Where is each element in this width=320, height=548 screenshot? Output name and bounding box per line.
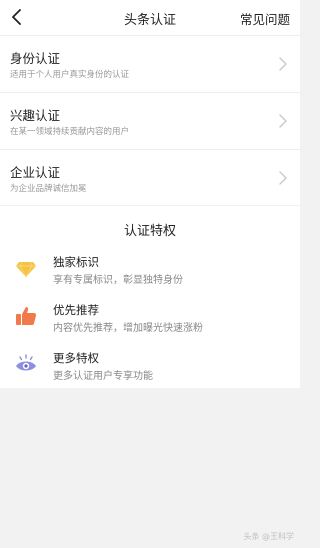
chevron-right-icon [279,171,287,185]
privilege-desc: 内容优先推荐，增加曝光快速涨粉 [53,323,203,334]
certification-list: 身份认证 适用于个人用户真实身份的认证 兴趣认证 在某一领域持续贡献内容的用户 … [0,36,300,205]
top-nav-bar: 头条认证 常见问题 [0,0,300,36]
list-item-title: 兴趣认证 [10,108,61,123]
privilege-item-more: 更多特权 更多认证用户专享功能 [0,348,300,388]
chevron-right-icon [279,114,287,128]
chevron-right-icon [279,57,287,71]
list-item-desc: 适用于个人用户真实身份的认证 [10,70,130,80]
privilege-title: 优先推荐 [53,303,99,317]
eye-icon [16,354,36,371]
list-item-identity[interactable]: 身份认证 适用于个人用户真实身份的认证 [0,36,300,93]
privilege-item-badge: 独家标识 享有专属标识，彰显独特身份 [0,252,300,292]
list-item-interest[interactable]: 兴趣认证 在某一领域持续贡献内容的用户 [0,93,300,150]
privilege-title: 更多特权 [53,351,99,365]
list-item-desc: 为企业品牌诚信加冕 [10,184,87,194]
watermark: 头条 @王科学 [243,532,294,541]
list-item-title: 身份认证 [10,51,61,66]
list-item-desc: 在某一领域持续贡献内容的用户 [10,127,130,137]
privilege-item-recommend: 优先推荐 内容优先推荐，增加曝光快速涨粉 [0,300,300,340]
privilege-desc: 享有专属标识，彰显独特身份 [53,275,183,286]
faq-link[interactable]: 常见问题 [240,9,290,28]
privilege-desc: 更多认证用户专享功能 [53,371,153,382]
privilege-title: 独家标识 [53,255,99,269]
privileges-title: 认证特权 [123,224,176,239]
diamond-icon [16,261,36,278]
privileges-section: 认证特权 独家标识 享有专属标识，彰显独特身份 优先推荐 内容优先推荐，增加曝光… [0,206,300,388]
list-item-title: 企业认证 [10,165,61,180]
thumbs-up-icon [16,307,37,325]
list-item-enterprise[interactable]: 企业认证 为企业品牌诚信加冕 [0,150,300,205]
